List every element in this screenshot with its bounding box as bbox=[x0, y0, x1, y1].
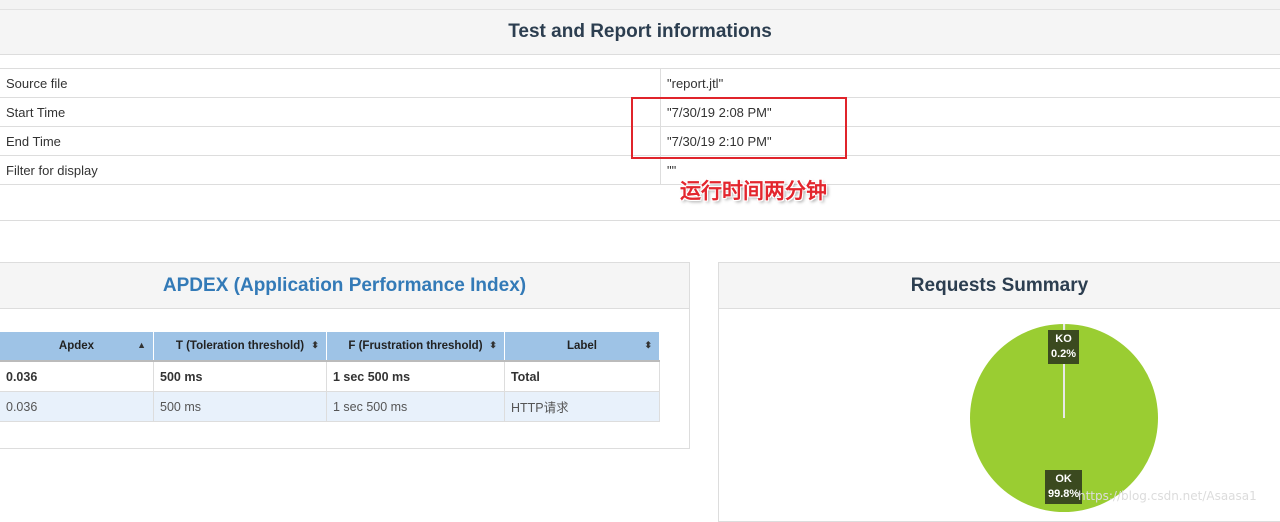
watermark: https://blog.csdn.net/Asaasa1 bbox=[1078, 489, 1257, 503]
table-row: 0.036 500 ms 1 sec 500 ms HTTP请求 bbox=[0, 392, 660, 422]
requests-summary-title: Requests Summary bbox=[719, 263, 1280, 309]
column-header-frustration[interactable]: F (Frustration threshold) ⬍ bbox=[326, 332, 504, 361]
pie-label-ok: OK99.8% bbox=[1045, 470, 1082, 504]
column-label: T (Toleration threshold) bbox=[176, 340, 304, 352]
annotation-text: 运行时间两分钟 bbox=[680, 175, 827, 205]
cell-label: HTTP请求 bbox=[504, 392, 659, 422]
ok-pct: 99.8% bbox=[1048, 487, 1079, 502]
sort-icon: ⬍ bbox=[644, 340, 652, 351]
apdex-title: APDEX (Application Performance Index) bbox=[0, 263, 689, 309]
column-header-apdex[interactable]: Apdex ▲ bbox=[0, 332, 154, 361]
pie-label-ko: KO0.2% bbox=[1048, 330, 1079, 364]
info-label: Start Time bbox=[0, 98, 661, 127]
ok-label: OK bbox=[1048, 472, 1079, 487]
requests-summary-panel: Requests Summary KO0.2% OK99.8% bbox=[718, 262, 1280, 522]
cell-frustration: 1 sec 500 ms bbox=[326, 361, 504, 392]
cell-toleration: 500 ms bbox=[154, 361, 327, 392]
info-label: Source file bbox=[0, 69, 661, 98]
top-strip bbox=[0, 0, 1280, 10]
apdex-table: Apdex ▲ T (Toleration threshold) ⬍ F (Frus… bbox=[0, 332, 660, 422]
table-row: Source file "report.jtl" bbox=[0, 69, 1280, 98]
column-header-toleration[interactable]: T (Toleration threshold) ⬍ bbox=[154, 332, 327, 361]
column-label: Label bbox=[567, 340, 597, 352]
apdex-panel: APDEX (Application Performance Index) Ap… bbox=[0, 262, 690, 449]
highlight-box bbox=[631, 97, 847, 159]
sort-asc-icon: ▲ bbox=[137, 340, 146, 350]
cell-toleration: 500 ms bbox=[154, 392, 327, 422]
test-info-title: Test and Report informations bbox=[0, 10, 1280, 55]
sort-icon: ⬍ bbox=[311, 340, 319, 351]
cell-frustration: 1 sec 500 ms bbox=[326, 392, 504, 422]
info-label: End Time bbox=[0, 127, 661, 156]
cell-label: Total bbox=[504, 361, 659, 392]
info-label: Filter for display bbox=[0, 156, 661, 185]
sort-icon: ⬍ bbox=[489, 340, 497, 351]
cell-apdex: 0.036 bbox=[0, 361, 154, 392]
cell-apdex: 0.036 bbox=[0, 392, 154, 422]
column-header-label[interactable]: Label ⬍ bbox=[504, 332, 659, 361]
column-label: Apdex bbox=[59, 340, 94, 352]
info-value: "report.jtl" bbox=[661, 69, 1280, 98]
table-row: 0.036 500 ms 1 sec 500 ms Total bbox=[0, 361, 660, 392]
ko-pct: 0.2% bbox=[1051, 347, 1076, 362]
column-label: F (Frustration threshold) bbox=[348, 340, 482, 352]
table-row: Filter for display "" bbox=[0, 156, 1280, 185]
ko-label: KO bbox=[1051, 332, 1076, 347]
